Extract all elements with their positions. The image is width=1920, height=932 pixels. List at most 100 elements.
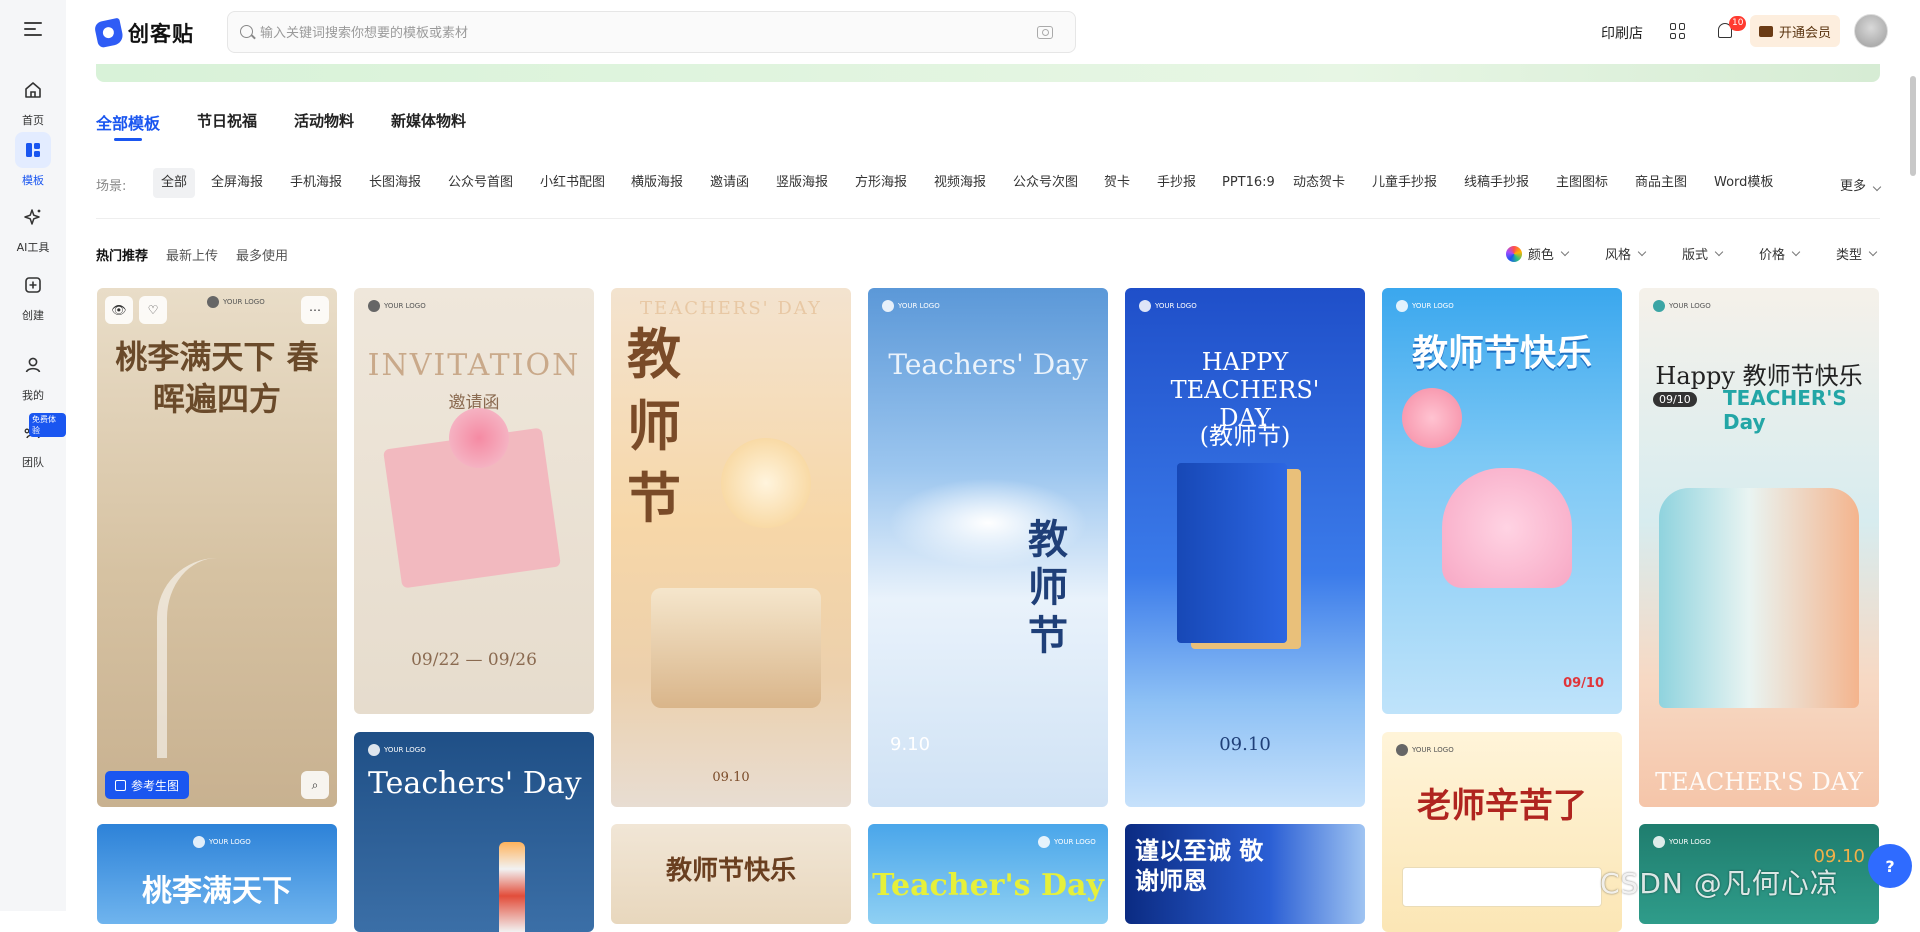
template-card[interactable]: 教师节快乐 bbox=[611, 824, 851, 924]
scene-chip[interactable]: 全部 bbox=[153, 168, 196, 198]
promo-banner[interactable] bbox=[96, 64, 1880, 82]
sidebar-item-create[interactable]: 创建 bbox=[0, 267, 66, 323]
books-illustration bbox=[651, 588, 821, 708]
preview-eye-icon[interactable]: 👁 bbox=[105, 296, 133, 324]
scene-chip[interactable]: 贺卡 bbox=[1096, 168, 1138, 198]
card-text-box bbox=[1402, 867, 1602, 907]
template-card[interactable]: YOUR LOGO Teacher's Day bbox=[868, 824, 1108, 924]
card-title: Teacher's Day bbox=[872, 868, 1104, 903]
filter-layout[interactable]: 版式 bbox=[1682, 244, 1724, 263]
template-card[interactable]: YOUR LOGO 教师节快乐 09/10 bbox=[1382, 288, 1622, 714]
avatar[interactable] bbox=[1854, 14, 1888, 48]
favorite-heart-icon[interactable]: ♡ bbox=[139, 296, 167, 324]
card-title: Teachers' Day bbox=[368, 766, 582, 801]
scene-chip[interactable]: 竖版海报 bbox=[768, 168, 836, 198]
image-search-icon[interactable]: ⌕ bbox=[301, 771, 329, 799]
card-logo: YOUR LOGO bbox=[1038, 836, 1096, 848]
card-logo: YOUR LOGO bbox=[368, 300, 426, 312]
card-cn-title: (教师节) bbox=[1199, 422, 1291, 450]
ai-sparkle-icon bbox=[15, 199, 51, 235]
notification-bell-icon[interactable]: 10 bbox=[1715, 16, 1747, 42]
scene-chip[interactable]: 儿童手抄报 bbox=[1364, 168, 1445, 198]
scene-chip[interactable]: 主图图标 bbox=[1548, 168, 1616, 198]
apps-grid-icon[interactable] bbox=[1670, 23, 1686, 39]
image-icon bbox=[115, 779, 126, 791]
help-chat-button[interactable]: ? bbox=[1868, 844, 1912, 888]
filter-color[interactable]: 颜色 bbox=[1505, 244, 1570, 263]
scene-chip[interactable]: PPT16:9 bbox=[1214, 168, 1283, 198]
sidebar-item-mine[interactable]: 我的 bbox=[0, 347, 66, 403]
template-card[interactable]: YOUR LOGO Teachers' Day 教师节 9.10 bbox=[868, 288, 1108, 807]
scene-chip[interactable]: 方形海报 bbox=[847, 168, 915, 198]
scene-chip[interactable]: 手机海报 bbox=[282, 168, 350, 198]
chevron-down-icon bbox=[1637, 247, 1647, 256]
template-card[interactable]: YOUR LOGO INVITATION 邀请函 09/22 — 09/26 bbox=[354, 288, 594, 714]
brand-name: 创客贴 bbox=[128, 22, 194, 46]
filter-style[interactable]: 风格 bbox=[1605, 244, 1647, 263]
sort-most-used[interactable]: 最多使用 bbox=[236, 245, 288, 264]
camera-search-icon[interactable] bbox=[1037, 26, 1053, 39]
more-options-icon[interactable]: ⋯ bbox=[301, 296, 329, 324]
book-illustration bbox=[1177, 463, 1287, 643]
card-title: 教师节快乐 bbox=[1411, 332, 1592, 374]
scene-chip[interactable]: 小红书配图 bbox=[532, 168, 613, 198]
template-card[interactable]: YOUR LOGO Teachers' Day bbox=[354, 732, 594, 932]
sidebar: 首页 模板 AI工具 创建 我的 团队 免费体验 bbox=[0, 0, 66, 911]
scene-chip[interactable]: 长图海报 bbox=[361, 168, 429, 198]
card-date: 09.10 bbox=[1219, 734, 1271, 755]
card-date: 9.10 bbox=[890, 734, 931, 755]
sidebar-item-templates[interactable]: 模板 bbox=[0, 132, 66, 188]
scene-chip[interactable]: 公众号次图 bbox=[1005, 168, 1086, 198]
template-card[interactable]: YOUR LOGO 桃李满天下 bbox=[97, 824, 337, 924]
scene-chip[interactable]: 公众号首图 bbox=[440, 168, 521, 198]
scene-chip[interactable]: 横版海报 bbox=[623, 168, 691, 198]
card-logo: YOUR LOGO bbox=[1396, 744, 1454, 756]
scene-chip[interactable]: 线稿手抄报 bbox=[1456, 168, 1537, 198]
sort-hot[interactable]: 热门推荐 bbox=[96, 245, 148, 264]
search-input[interactable] bbox=[260, 21, 1000, 45]
tab-festival[interactable]: 节日祝福 bbox=[197, 110, 257, 134]
menu-toggle-icon[interactable] bbox=[24, 22, 42, 36]
scene-chip[interactable]: 全屏海报 bbox=[203, 168, 271, 198]
scene-chip[interactable]: Word模板 bbox=[1706, 168, 1781, 198]
create-plus-icon bbox=[15, 267, 51, 303]
tab-event-materials[interactable]: 活动物料 bbox=[294, 110, 354, 134]
sun-illustration bbox=[721, 438, 811, 528]
template-card[interactable]: YOUR LOGO HAPPY TEACHERS' DAY (教师节) 09.1… bbox=[1125, 288, 1365, 807]
template-card[interactable]: YOUR LOGO 👁 ♡ ⋯ 桃李满天下 春晖遍四方 参考生图 ⌕ bbox=[97, 288, 337, 807]
tab-new-media[interactable]: 新媒体物料 bbox=[391, 110, 466, 134]
vertical-scrollbar[interactable] bbox=[1910, 76, 1916, 176]
scene-chip[interactable]: 手抄报 bbox=[1149, 168, 1204, 198]
card-title: 桃李满天下 bbox=[142, 874, 292, 909]
filter-label: 类型 bbox=[1835, 248, 1862, 263]
tab-all-templates[interactable]: 全部模板 bbox=[96, 110, 160, 141]
sidebar-item-ai-tools[interactable]: AI工具 bbox=[0, 199, 66, 255]
brand-logo[interactable]: 创客贴 bbox=[93, 17, 194, 49]
filter-type[interactable]: 类型 bbox=[1835, 244, 1878, 263]
scene-chip[interactable]: 邀请函 bbox=[702, 168, 757, 198]
print-shop-link[interactable]: 印刷店 bbox=[1601, 23, 1643, 43]
template-card[interactable]: YOUR LOGO 老师辛苦了 bbox=[1382, 732, 1622, 932]
sort-tabs: 热门推荐 最新上传 最多使用 bbox=[96, 245, 306, 264]
sort-newest[interactable]: 最新上传 bbox=[166, 245, 218, 264]
template-card[interactable]: TEACHERS' DAY 教师节 09.10 bbox=[611, 288, 851, 807]
scene-chip[interactable]: 商品主图 bbox=[1627, 168, 1695, 198]
scene-chip[interactable]: 动态贺卡 bbox=[1285, 168, 1353, 198]
search-icon bbox=[240, 25, 253, 38]
vip-button[interactable]: 开通会员 bbox=[1750, 15, 1840, 47]
filter-dropdowns: 颜色 风格 版式 价格 类型 bbox=[1469, 244, 1878, 263]
filter-label: 价格 bbox=[1758, 248, 1785, 263]
template-card[interactable]: 谨以至诚 敬谢师恩 bbox=[1125, 824, 1365, 924]
chevron-down-icon bbox=[1714, 247, 1724, 256]
scene-chip[interactable]: 视频海报 bbox=[926, 168, 994, 198]
card-title: 谨以至诚 敬谢师恩 bbox=[1135, 837, 1264, 895]
flower-illustration bbox=[449, 408, 509, 468]
scene-more-button[interactable]: 更多 bbox=[1840, 175, 1882, 194]
card-title: Teachers' Day bbox=[888, 348, 1088, 381]
card-date: 09/10 bbox=[1563, 676, 1604, 691]
reference-generate-button[interactable]: 参考生图 bbox=[105, 771, 190, 799]
template-card[interactable]: YOUR LOGO Happy 教师节快乐 09/10 TEACHER'S Da… bbox=[1639, 288, 1879, 807]
card-date: 09/10 bbox=[1653, 392, 1697, 407]
filter-price[interactable]: 价格 bbox=[1758, 244, 1801, 263]
sidebar-item-home[interactable]: 首页 bbox=[0, 72, 66, 128]
